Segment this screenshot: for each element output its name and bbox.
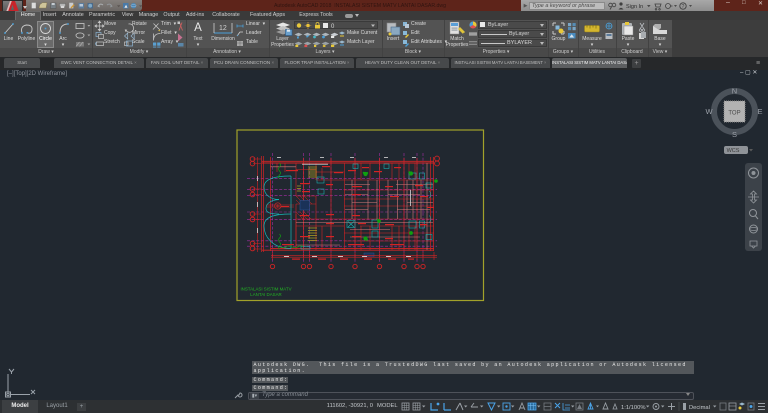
svg-text:1:1/100%: 1:1/100%	[621, 405, 646, 411]
svg-text:INSTALASI SISTIM MATV: INSTALASI SISTIM MATV	[240, 287, 291, 292]
svg-text:12: 12	[219, 25, 227, 32]
svg-text:0: 0	[331, 23, 335, 28]
svg-text:Sign In: Sign In	[626, 4, 643, 10]
svg-text:Decimal: Decimal	[689, 405, 710, 411]
svg-text:LANTAI DASAR: LANTAI DASAR	[250, 292, 281, 297]
svg-text:?: ?	[681, 4, 684, 10]
